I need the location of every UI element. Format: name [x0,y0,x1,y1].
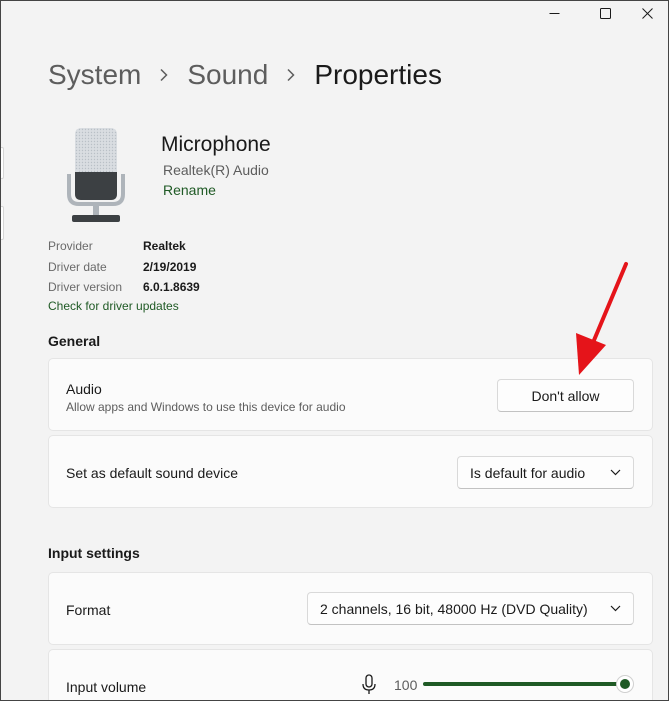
input-volume-title: Input volume [66,679,147,695]
format-dropdown[interactable]: 2 channels, 16 bit, 48000 Hz (DVD Qualit… [307,592,634,625]
driver-date-value: 2/19/2019 [143,259,197,274]
maximize-button[interactable] [582,0,628,26]
dont-allow-button[interactable]: Don't allow [497,379,634,412]
chevron-right-icon [141,68,187,82]
page-title: Properties [314,59,442,90]
breadcrumb-system[interactable]: System [48,55,141,95]
close-button[interactable] [624,0,669,26]
format-selected: 2 channels, 16 bit, 48000 Hz (DVD Qualit… [320,600,588,617]
provider-label: Provider [48,239,93,253]
rename-link[interactable]: Rename [163,180,216,200]
format-title: Format [66,602,111,618]
check-driver-updates-link[interactable]: Check for driver updates [48,297,179,315]
input-volume-value: 100 [394,677,418,693]
audio-title: Audio [66,381,102,397]
input-settings-title: Input settings [48,545,140,561]
microphone-icon[interactable] [361,674,377,696]
breadcrumb-sound[interactable]: Sound [187,55,268,95]
driver-info-row: Driver version 6.0.1.8639 [48,277,200,298]
microphone-device-icon [66,128,126,224]
default-device-dropdown[interactable]: Is default for audio [457,456,634,489]
chevron-down-icon [597,605,633,612]
chevron-right-icon [268,68,314,82]
minimize-icon [549,12,559,14]
chevron-down-icon [597,469,633,476]
driver-info: Provider Realtek Driver date 2/19/2019 D… [48,236,200,298]
driver-version-label: Driver version [48,280,123,294]
driver-version-value: 6.0.1.8639 [143,280,200,294]
close-icon [641,7,653,19]
driver-info-row: Driver date 2/19/2019 [48,257,200,278]
input-volume-card: Input volume [48,649,653,701]
nav-pane-edge [0,206,4,240]
breadcrumb: System Sound Properties [48,55,442,95]
audio-description: Allow apps and Windows to use this devic… [66,400,346,414]
device-name: Microphone [161,133,271,156]
input-volume-slider-track[interactable] [423,682,625,686]
maximize-icon [599,7,611,19]
minimize-button[interactable] [531,0,577,26]
input-volume-slider-thumb[interactable] [616,675,634,693]
default-device-selected: Is default for audio [470,464,586,481]
general-section-title: General [48,333,101,349]
default-device-title: Set as default sound device [66,465,239,481]
provider-value: Realtek [143,239,186,253]
driver-date-label: Driver date [48,259,107,274]
nav-pane-edge [0,147,4,179]
driver-info-row: Provider Realtek [48,236,200,257]
device-subtitle: Realtek(R) Audio [163,162,269,178]
